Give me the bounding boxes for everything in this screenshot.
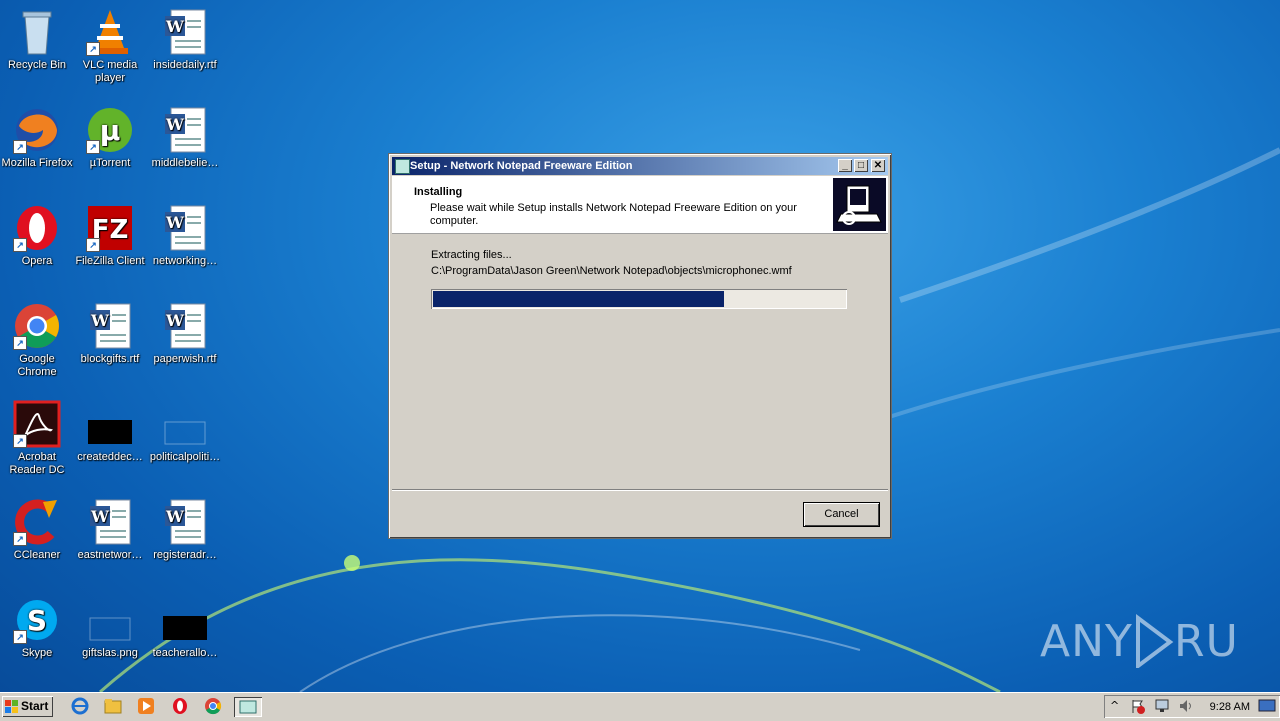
windows-logo-icon	[5, 700, 18, 713]
word-document-icon: W	[86, 302, 134, 350]
dialog-separator	[392, 489, 888, 491]
svg-text:S: S	[27, 604, 47, 637]
anyrun-logo-icon: ANY RUN	[1040, 614, 1272, 670]
desktop-icon-ccleaner[interactable]: ↗ CCleaner	[0, 498, 74, 562]
show-desktop-icon[interactable]	[1258, 698, 1276, 717]
filezilla-icon: FZ ↗	[86, 204, 134, 252]
svg-text:W: W	[165, 17, 185, 36]
dialog-title: Setup - Network Notepad Freeware Edition	[410, 160, 633, 172]
desktop-icon-recycle-bin[interactable]: Recycle Bin	[0, 8, 74, 72]
svg-text:W: W	[165, 115, 185, 134]
shortcut-arrow-icon: ↗	[86, 140, 100, 154]
setup-dialog: Setup - Network Notepad Freeware Edition…	[388, 153, 892, 539]
internet-explorer-icon[interactable]	[70, 697, 90, 717]
desktop-icon-skype[interactable]: S ↗ Skype	[0, 596, 74, 660]
svg-text:RUN: RUN	[1174, 616, 1240, 667]
system-tray: ^ 9:28 AM	[1104, 695, 1280, 718]
cancel-button[interactable]: Cancel	[803, 502, 880, 527]
show-hidden-icons-chevron-icon[interactable]: ^	[1110, 699, 1119, 712]
svg-text:W: W	[165, 213, 185, 232]
word-document-icon: W	[161, 498, 209, 546]
maximize-button[interactable]: □	[854, 159, 868, 172]
dialog-titlebar[interactable]: Setup - Network Notepad Freeware Edition…	[392, 157, 888, 175]
word-document-icon: W	[161, 8, 209, 56]
svg-text:W: W	[165, 311, 185, 330]
setup-computer-icon	[833, 178, 886, 231]
desktop-icon-filezilla[interactable]: FZ ↗ FileZilla Client	[73, 204, 147, 268]
current-file-path: C:\ProgramData\Jason Green\Network Notep…	[431, 265, 792, 277]
desktop-icon-giftslas[interactable]: giftslas.png	[73, 596, 147, 660]
desktop-icon-utorrent[interactable]: µ ↗ µTorrent	[73, 106, 147, 170]
blank-image-icon	[86, 596, 134, 644]
word-document-icon: W	[161, 106, 209, 154]
start-button[interactable]: Start	[2, 696, 53, 717]
chrome-taskbar-icon[interactable]	[203, 697, 223, 717]
desktop-icon-registeradr[interactable]: W registeradr…	[148, 498, 222, 562]
desktop-icon-politicalpoliti[interactable]: politicalpoliti…	[148, 400, 222, 464]
chrome-icon: ↗	[13, 302, 61, 350]
ccleaner-icon: ↗	[13, 498, 61, 546]
firefox-icon: ↗	[13, 106, 61, 154]
desktop-icon-paperwish[interactable]: W paperwish.rtf	[148, 302, 222, 366]
desktop-icon-vlc[interactable]: ↗ VLC media player	[73, 8, 147, 85]
skype-icon: S ↗	[13, 596, 61, 644]
shortcut-arrow-icon: ↗	[13, 336, 27, 350]
taskbar: Start ^ 9:28 AM	[0, 692, 1280, 721]
shortcut-arrow-icon: ↗	[13, 630, 27, 644]
shortcut-arrow-icon: ↗	[86, 238, 100, 252]
word-document-icon: W	[161, 302, 209, 350]
blank-image-icon	[161, 400, 209, 448]
setup-app-icon	[395, 159, 410, 174]
network-icon[interactable]	[1154, 698, 1170, 717]
desktop-icon-networking[interactable]: W networking…	[148, 204, 222, 268]
desktop-icon-acrobat[interactable]: ↗ Acrobat Reader DC	[0, 400, 74, 477]
setup-taskbar-button[interactable]	[234, 697, 262, 717]
media-player-icon[interactable]	[136, 697, 156, 717]
opera-icon: ↗	[13, 204, 61, 252]
desktop-icon-teacherallo[interactable]: teacherallo…	[148, 596, 222, 660]
desktop-icon-eastnetwor[interactable]: W eastnetwor…	[73, 498, 147, 562]
opera-taskbar-icon[interactable]	[170, 697, 190, 717]
clock[interactable]: 9:28 AM	[1210, 701, 1250, 713]
svg-text:µ: µ	[100, 114, 121, 147]
svg-text:W: W	[165, 507, 185, 526]
acrobat-icon: ↗	[13, 400, 61, 448]
progress-fill	[433, 291, 725, 307]
svg-text:ANY: ANY	[1040, 616, 1133, 667]
volume-icon[interactable]	[1178, 698, 1194, 717]
desktop-icon-chrome[interactable]: ↗ Google Chrome	[0, 302, 74, 379]
desktop-icon-opera[interactable]: ↗ Opera	[0, 204, 74, 268]
anyrun-watermark: ANY RUN	[1040, 608, 1272, 679]
desktop-icon-createddec[interactable]: createddec…	[73, 400, 147, 464]
status-text: Extracting files...	[431, 249, 512, 261]
shortcut-arrow-icon: ↗	[13, 238, 27, 252]
svg-text:W: W	[90, 507, 110, 526]
action-center-flag-icon[interactable]	[1130, 698, 1146, 717]
vlc-icon: ↗	[86, 8, 134, 56]
desktop-icon-middlebelie[interactable]: W middlebelie…	[148, 106, 222, 170]
header-description: Please wait while Setup installs Network…	[430, 202, 797, 227]
install-progress-bar	[431, 289, 847, 309]
utorrent-icon: µ ↗	[86, 106, 134, 154]
minimize-button[interactable]: _	[838, 159, 852, 172]
file-explorer-icon[interactable]	[103, 697, 123, 717]
desktop-icon-blockgifts[interactable]: W blockgifts.rtf	[73, 302, 147, 366]
word-document-icon: W	[161, 204, 209, 252]
dialog-header: Installing Please wait while Setup insta…	[392, 176, 888, 234]
black-image-icon	[161, 596, 209, 644]
svg-text:W: W	[90, 311, 110, 330]
shortcut-arrow-icon: ↗	[13, 140, 27, 154]
shortcut-arrow-icon: ↗	[13, 532, 27, 546]
desktop-icon-firefox[interactable]: ↗ Mozilla Firefox	[0, 106, 74, 170]
shortcut-arrow-icon: ↗	[13, 434, 27, 448]
shortcut-arrow-icon: ↗	[86, 42, 100, 56]
header-title: Installing	[414, 186, 463, 198]
recycle-bin-icon	[13, 8, 61, 56]
desktop-icon-insidedaily[interactable]: W insidedaily.rtf	[148, 8, 222, 72]
close-button[interactable]: ✕	[871, 159, 885, 172]
word-document-icon: W	[86, 498, 134, 546]
black-image-icon	[86, 400, 134, 448]
